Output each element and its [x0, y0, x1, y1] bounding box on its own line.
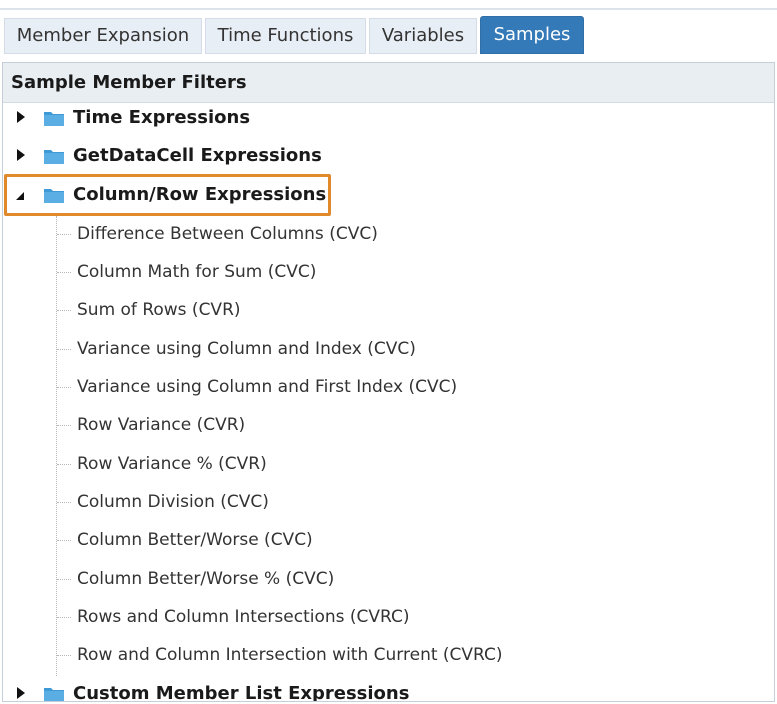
tree-leaf-item[interactable]: Variance using Column and First Index (C…	[3, 368, 774, 406]
tree-leaf-item[interactable]: Row Variance % (CVR)	[3, 445, 774, 483]
tree-connector	[57, 425, 71, 426]
tree-folder-custom-member-list-expressions[interactable]: Custom Member List Expressions	[3, 675, 774, 702]
triangle-right-icon[interactable]	[17, 149, 25, 161]
triangle-right-icon[interactable]	[17, 111, 25, 123]
tree-folder-label: Column/Row Expressions	[73, 184, 327, 205]
tree-connector	[57, 272, 71, 273]
tree-leaf-label: Row Variance % (CVR)	[77, 454, 267, 474]
tab-bar: Member Expansion Time Functions Variable…	[0, 8, 777, 60]
tree-leaf-label: Row and Column Intersection with Current…	[77, 645, 503, 665]
triangle-right-icon[interactable]	[17, 687, 25, 699]
tree-folder-label: GetDataCell Expressions	[73, 145, 322, 166]
sample-member-filters-panel: Sample Member Filters Time Expressions G…	[2, 62, 775, 702]
folder-icon	[44, 688, 64, 701]
tree-leaf-item[interactable]: Column Math for Sum (CVC)	[3, 253, 774, 291]
folder-icon	[44, 112, 64, 126]
tree-connector	[57, 387, 71, 388]
tree-leaf-item[interactable]: Variance using Column and Index (CVC)	[3, 330, 774, 368]
tab-time-functions[interactable]: Time Functions	[205, 18, 366, 54]
tree-leaf-item[interactable]: Column Better/Worse % (CVC)	[3, 560, 774, 598]
tree-connector	[57, 617, 71, 618]
top-strip	[0, 0, 777, 8]
tree-leaf-item[interactable]: Row and Column Intersection with Current…	[3, 636, 774, 674]
tree-connector	[57, 234, 71, 235]
tree-leaf-label: Sum of Rows (CVR)	[77, 300, 241, 320]
tree-connector	[57, 540, 71, 541]
tab-variables[interactable]: Variables	[369, 18, 477, 54]
tree-leaf-label: Column Division (CVC)	[77, 492, 269, 512]
tab-member-expansion[interactable]: Member Expansion	[4, 18, 202, 54]
tree-folder-column-row-expressions[interactable]: Column/Row Expressions	[3, 176, 774, 214]
tree-folder-label: Time Expressions	[73, 107, 251, 128]
tree-connector	[57, 464, 71, 465]
tree-connector	[57, 579, 71, 580]
tree-connector	[57, 655, 71, 656]
tree-folder-label: Custom Member List Expressions	[73, 683, 410, 702]
tree-connector	[57, 349, 71, 350]
panel-title: Sample Member Filters	[3, 63, 774, 103]
tree-leaf-item[interactable]: Column Better/Worse (CVC)	[3, 521, 774, 559]
samples-window: Member Expansion Time Functions Variable…	[0, 0, 777, 704]
tree-connector	[57, 310, 71, 311]
folder-icon	[44, 189, 64, 203]
tree-leaf-label: Variance using Column and Index (CVC)	[77, 339, 416, 359]
tree-leaf-item[interactable]: Difference Between Columns (CVC)	[3, 215, 774, 253]
tree-leaf-label: Column Better/Worse (CVC)	[77, 530, 313, 550]
tree-leaf-item[interactable]: Row Variance (CVR)	[3, 406, 774, 444]
tree-leaf-label: Column Better/Worse % (CVC)	[77, 569, 335, 589]
tree-leaf-label: Variance using Column and First Index (C…	[77, 377, 458, 397]
tree-leaf-item[interactable]: Column Division (CVC)	[3, 483, 774, 521]
tree-leaf-label: Rows and Column Intersections (CVRC)	[77, 607, 410, 627]
tree-leaf-label: Difference Between Columns (CVC)	[77, 224, 378, 244]
folder-icon	[44, 150, 64, 164]
tree-leaf-label: Column Math for Sum (CVC)	[77, 262, 317, 282]
tree-leaf-item[interactable]: Rows and Column Intersections (CVRC)	[3, 598, 774, 636]
tree-leaf-item[interactable]: Sum of Rows (CVR)	[3, 291, 774, 329]
tree-connector	[57, 502, 71, 503]
tree-folder-getdatacell-expressions[interactable]: GetDataCell Expressions	[3, 137, 774, 175]
triangle-down-icon[interactable]	[16, 192, 24, 200]
tree-leaf-label: Row Variance (CVR)	[77, 415, 246, 435]
tree-folder-time-expressions[interactable]: Time Expressions	[3, 99, 774, 137]
tab-samples[interactable]: Samples	[480, 16, 584, 54]
